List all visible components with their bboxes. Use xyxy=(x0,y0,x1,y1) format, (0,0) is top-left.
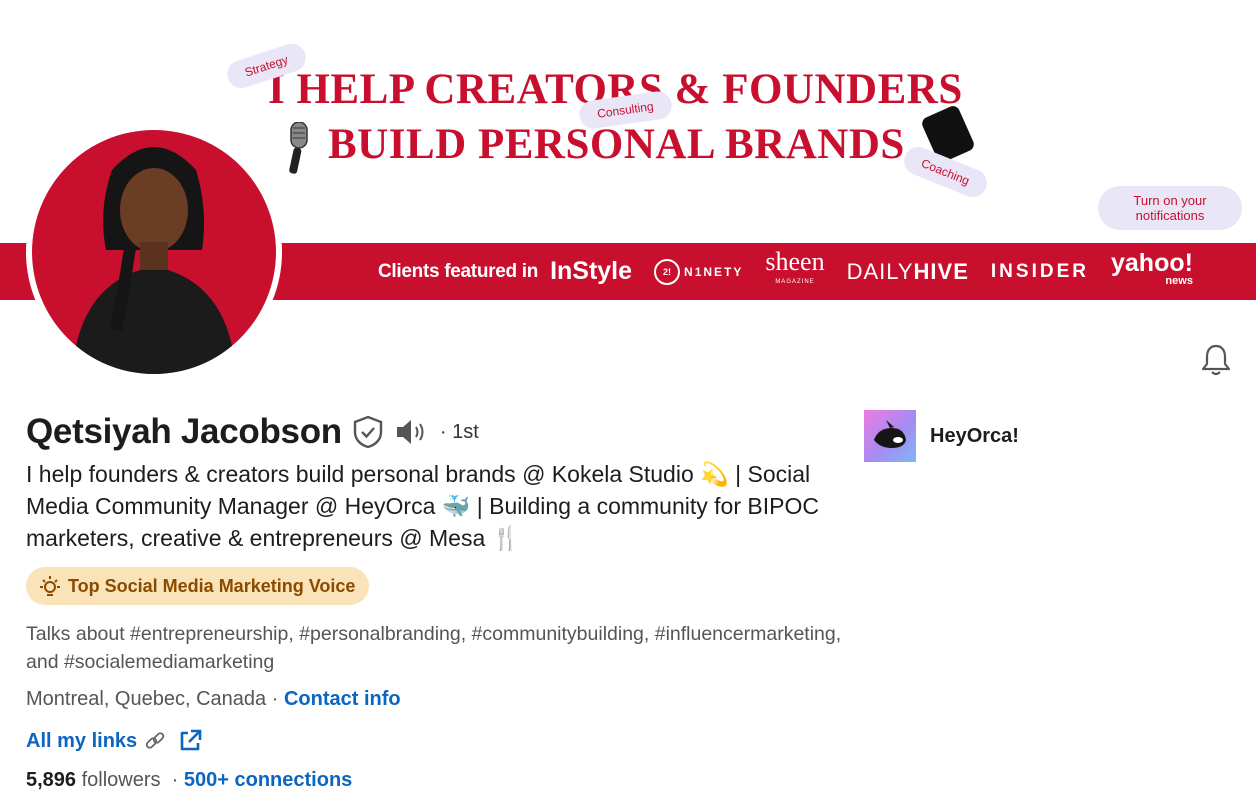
verified-shield-icon[interactable] xyxy=(352,415,384,449)
company-name: HeyOrca! xyxy=(930,424,1019,447)
location-separator: · xyxy=(266,688,284,710)
all-my-links-link[interactable]: All my links xyxy=(26,730,137,753)
talks-about: Talks about #entrepreneurship, #personal… xyxy=(26,623,842,673)
logo-dailyhive: DAILYHIVE xyxy=(847,259,969,285)
top-voice-label: Top Social Media Marketing Voice xyxy=(68,575,356,596)
profile-headline: I help founders & creators build persona… xyxy=(26,461,819,551)
logo-ninety: 2! N1NETY xyxy=(654,258,744,285)
lightbulb-icon xyxy=(40,576,60,596)
logo-instyle: InStyle xyxy=(550,257,633,285)
followers-count: 5,896 xyxy=(26,769,77,791)
profile-name: Qetsiyah Jacobson xyxy=(26,412,342,451)
connections-link[interactable]: 500+ connections xyxy=(184,769,352,791)
avatar-photo xyxy=(32,130,276,374)
logo-insider: INSIDER xyxy=(990,260,1089,282)
followers-separator: · xyxy=(160,769,184,791)
profile-avatar[interactable] xyxy=(26,124,282,380)
logo-sheen: sheen MAGAZINE xyxy=(765,248,824,292)
location-text: Montreal, Quebec, Canada xyxy=(26,688,267,710)
current-company[interactable]: HeyOrca! xyxy=(864,410,1019,462)
top-voice-badge[interactable]: Top Social Media Marketing Voice xyxy=(26,567,370,605)
logo-ninety-text: N1NETY xyxy=(684,264,744,279)
orca-icon xyxy=(874,420,906,448)
logo-ninety-circle: 2! xyxy=(654,258,681,285)
logo-yahoo: yahoo! news xyxy=(1111,250,1193,290)
bell-icon[interactable] xyxy=(1198,342,1234,378)
notifications-pill: Turn on your notifications xyxy=(1098,186,1242,230)
microphone-icon xyxy=(289,122,308,174)
person-portrait-icon xyxy=(72,147,236,374)
name-row: Qetsiyah Jacobson · 1st xyxy=(26,412,479,452)
link-chain-icon xyxy=(145,732,165,749)
links-row: All my links xyxy=(26,728,203,754)
logo-daily: DAILY xyxy=(846,258,914,284)
followers-label: followers xyxy=(76,769,161,791)
heyorca-logo xyxy=(864,410,916,462)
pronunciation-speaker-icon[interactable] xyxy=(394,417,430,447)
clients-row: Clients featured in InStyle 2! N1NETY sh… xyxy=(378,243,1193,300)
clients-label: Clients featured in xyxy=(378,260,539,282)
connection-degree: · 1st xyxy=(439,420,479,443)
location-row: Montreal, Quebec, Canada · Contact info xyxy=(26,688,401,711)
banner-headline-line2: BUILD PERSONAL BRANDS xyxy=(328,121,905,168)
contact-info-link[interactable]: Contact info xyxy=(284,688,401,710)
external-link-icon[interactable] xyxy=(177,728,203,754)
followers-row: 5,896 followers · 500+ connections xyxy=(26,769,352,792)
logo-hive: HIVE xyxy=(913,258,969,284)
